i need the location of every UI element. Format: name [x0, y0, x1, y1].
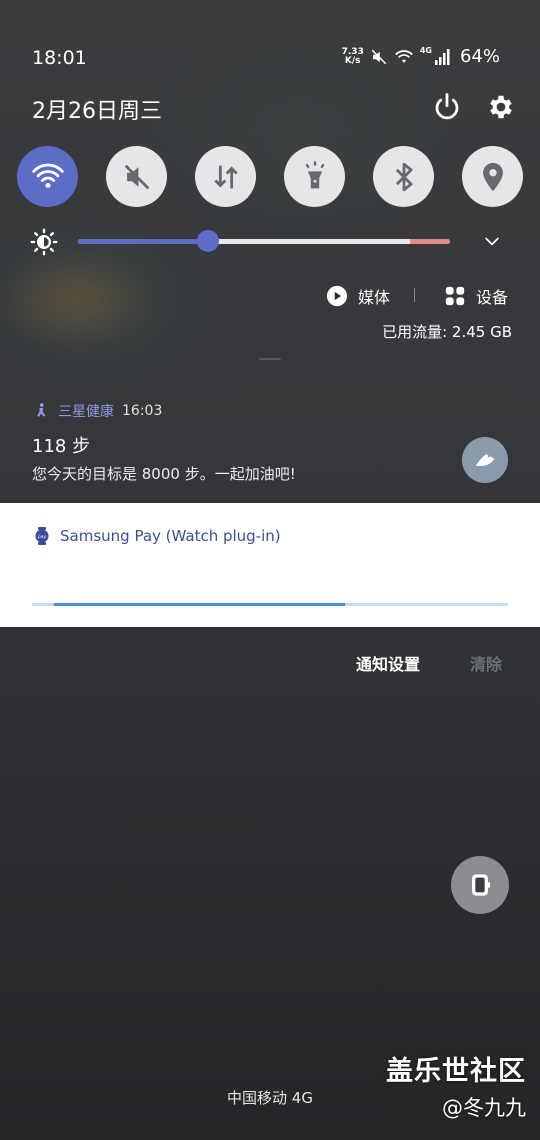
signal-icon: [434, 48, 450, 65]
notification-header: pay Samsung Pay (Watch plug-in): [34, 527, 281, 545]
wifi-icon: [394, 49, 413, 63]
clear-button[interactable]: 清除: [470, 651, 502, 675]
status-icons: 7.33 K/s 4G 64%: [342, 46, 500, 67]
progress-fill: [54, 603, 345, 606]
devices-grid-icon: [445, 286, 465, 306]
network-speed-unit: K/s: [344, 55, 361, 66]
date-label: 2月26日周三: [32, 99, 162, 124]
watch-icon: [472, 874, 490, 896]
watermark-title: 盖乐世社区: [386, 1056, 526, 1087]
health-action-button[interactable]: [462, 437, 508, 483]
tile-bluetooth[interactable]: [373, 146, 434, 207]
health-app-icon: [37, 403, 46, 417]
media-button[interactable]: 媒体: [326, 284, 390, 308]
wifi-icon: [31, 163, 64, 188]
power-icon[interactable]: [432, 92, 462, 122]
battery-level: 64%: [459, 46, 500, 67]
location-pin-icon: [482, 162, 503, 191]
mute-icon: [371, 49, 387, 64]
brightness-slider[interactable]: [78, 239, 450, 244]
watch-pay-icon: pay: [35, 527, 49, 545]
flashlight-icon: [305, 160, 324, 188]
brightness-sun-icon: [30, 228, 58, 256]
progress-bar: [32, 603, 508, 606]
network-type: 4G: [419, 46, 432, 55]
tile-sound[interactable]: [106, 146, 167, 207]
devices-button[interactable]: 设备: [444, 284, 508, 308]
status-time: 18:01: [32, 47, 87, 69]
data-arrows-icon: [213, 165, 238, 188]
samsung-pay-notification[interactable]: [0, 503, 540, 627]
notification-settings-button[interactable]: 通知设置: [356, 651, 420, 675]
panel-handle[interactable]: [259, 358, 281, 360]
notification-app-name: 三星健康: [58, 404, 114, 420]
brightness-slider-thumb[interactable]: [197, 230, 219, 252]
play-icon: [326, 285, 348, 307]
data-usage-label: 已用流量: 2.45 GB: [382, 323, 512, 341]
tile-flashlight[interactable]: [284, 146, 345, 207]
settings-gear-icon[interactable]: [486, 92, 516, 122]
tile-location[interactable]: [462, 146, 523, 207]
shoe-icon: [475, 454, 495, 466]
notification-app-name: Samsung Pay (Watch plug-in): [60, 527, 281, 545]
tile-mobile-data[interactable]: [195, 146, 256, 207]
notification-header: 三星健康 16:03: [32, 401, 162, 421]
brightness-high-zone: [410, 239, 450, 244]
watch-floating-button[interactable]: [451, 856, 509, 914]
notification-title: 118 步: [32, 436, 91, 457]
notification-body: 您今天的目标是 8000 步。一起加油吧!: [32, 465, 296, 483]
mute-icon: [124, 164, 149, 189]
media-label: 媒体: [358, 288, 391, 307]
divider: [414, 288, 415, 302]
tile-wifi[interactable]: [17, 146, 78, 207]
svg-text:pay: pay: [38, 535, 47, 540]
brightness-fill: [78, 239, 208, 244]
watermark-author: @冬九九: [442, 1096, 526, 1120]
notification-time: 16:03: [122, 403, 163, 419]
chevron-down-icon[interactable]: [482, 231, 502, 251]
network-speed: 7.33 K/s: [342, 47, 364, 66]
devices-label: 设备: [476, 288, 509, 307]
bluetooth-icon: [395, 162, 412, 191]
